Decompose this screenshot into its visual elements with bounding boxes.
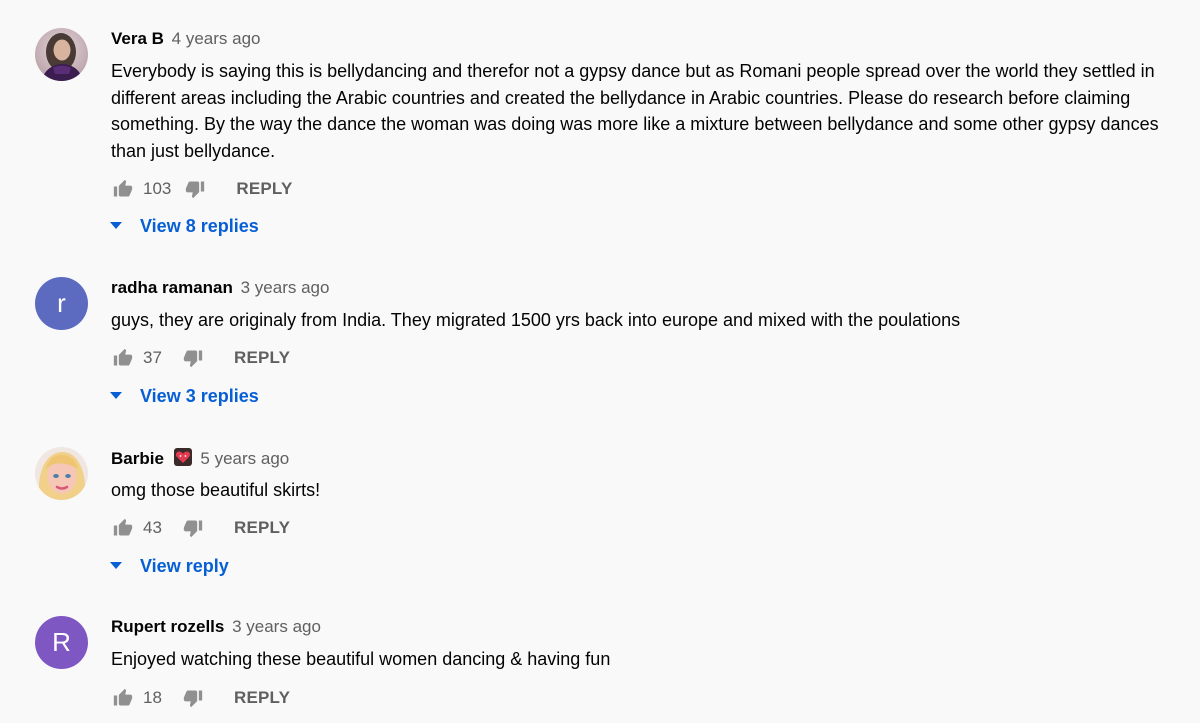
comment-body: Barbie 5 years ago omg those beautiful s… <box>111 447 1160 504</box>
view-replies-label: View 8 replies <box>140 215 259 236</box>
author-avatar[interactable] <box>35 28 88 81</box>
comment-text: omg those beautiful skirts! <box>111 480 321 500</box>
like-button[interactable] <box>111 346 135 370</box>
avatar-letter: r <box>57 288 66 318</box>
comment-body: Rupert rozells 3 years ago Enjoyed watch… <box>111 616 1160 673</box>
comment-body: Vera B 4 years ago Everybody is saying t… <box>111 28 1160 164</box>
dislike-button[interactable] <box>181 686 205 710</box>
comment-header: Barbie 5 years ago <box>111 447 1160 469</box>
thumbs-down-icon <box>183 350 203 368</box>
doll-photo-icon <box>35 447 88 500</box>
comments-section: Vera B 4 years ago Everybody is saying t… <box>0 0 1200 723</box>
comment-body: radha ramanan 3 years ago guys, they are… <box>111 277 1160 334</box>
reply-button[interactable]: REPLY <box>234 518 290 538</box>
dislike-button[interactable] <box>181 346 205 370</box>
author-name[interactable]: Barbie <box>111 449 164 468</box>
caret-down-icon <box>108 218 124 234</box>
author-name[interactable]: Vera B <box>111 29 164 48</box>
comment-actions: 37 REPLY <box>111 346 290 370</box>
like-count: 18 <box>143 688 162 707</box>
like-count: 103 <box>143 179 172 198</box>
profile-photo-icon <box>35 28 88 81</box>
comment-header: Vera B 4 years ago <box>111 28 1160 50</box>
caret-down-icon <box>108 388 124 404</box>
comment-text: Enjoyed watching these beautiful women d… <box>111 649 611 669</box>
reply-button[interactable]: REPLY <box>234 348 290 368</box>
view-replies-button[interactable]: View reply <box>108 554 229 578</box>
reply-button[interactable]: REPLY <box>234 688 290 708</box>
author-name[interactable]: Rupert rozells <box>111 617 224 636</box>
comment-text: Everybody is saying this is bellydancing… <box>111 61 1159 161</box>
avatar-letter: R <box>52 627 71 657</box>
caret-down-icon <box>108 558 124 574</box>
comment-actions: 103 REPLY <box>111 177 293 201</box>
thumbs-up-icon <box>113 179 133 197</box>
comment-timestamp[interactable]: 3 years ago <box>241 278 330 297</box>
thumbs-up-icon <box>113 348 133 366</box>
thumbs-down-icon <box>186 181 205 199</box>
view-replies-label: View reply <box>140 555 229 576</box>
thumbs-up-icon <box>113 688 133 706</box>
dislike-button[interactable] <box>181 516 205 540</box>
like-count: 37 <box>143 348 162 367</box>
comment-timestamp[interactable]: 3 years ago <box>232 617 321 636</box>
like-button[interactable] <box>111 686 135 710</box>
comment-actions: 18 REPLY <box>111 686 290 710</box>
view-replies-button[interactable]: View 3 replies <box>108 384 259 408</box>
author-avatar[interactable] <box>35 447 88 500</box>
comment-header: Rupert rozells 3 years ago <box>111 616 1160 638</box>
reply-button[interactable]: REPLY <box>236 179 292 199</box>
thumbs-down-icon <box>183 520 203 538</box>
comment-timestamp[interactable]: 4 years ago <box>172 29 261 48</box>
like-button[interactable] <box>111 516 135 540</box>
view-replies-button[interactable]: View 8 replies <box>108 214 259 238</box>
thumbs-up-icon <box>113 518 133 536</box>
like-button[interactable] <box>111 177 135 201</box>
view-replies-label: View 3 replies <box>140 385 259 406</box>
comment-timestamp[interactable]: 5 years ago <box>200 449 289 468</box>
author-avatar[interactable]: r <box>35 277 88 330</box>
like-count: 43 <box>143 518 162 537</box>
comment-header: radha ramanan 3 years ago <box>111 277 1160 299</box>
heart-face-emoji-icon <box>173 447 193 473</box>
author-avatar[interactable]: R <box>35 616 88 669</box>
comment-actions: 43 REPLY <box>111 516 290 540</box>
comment-text: guys, they are originaly from India. The… <box>111 310 961 330</box>
dislike-button[interactable] <box>183 177 207 201</box>
author-name[interactable]: radha ramanan <box>111 278 233 297</box>
thumbs-down-icon <box>183 690 203 708</box>
